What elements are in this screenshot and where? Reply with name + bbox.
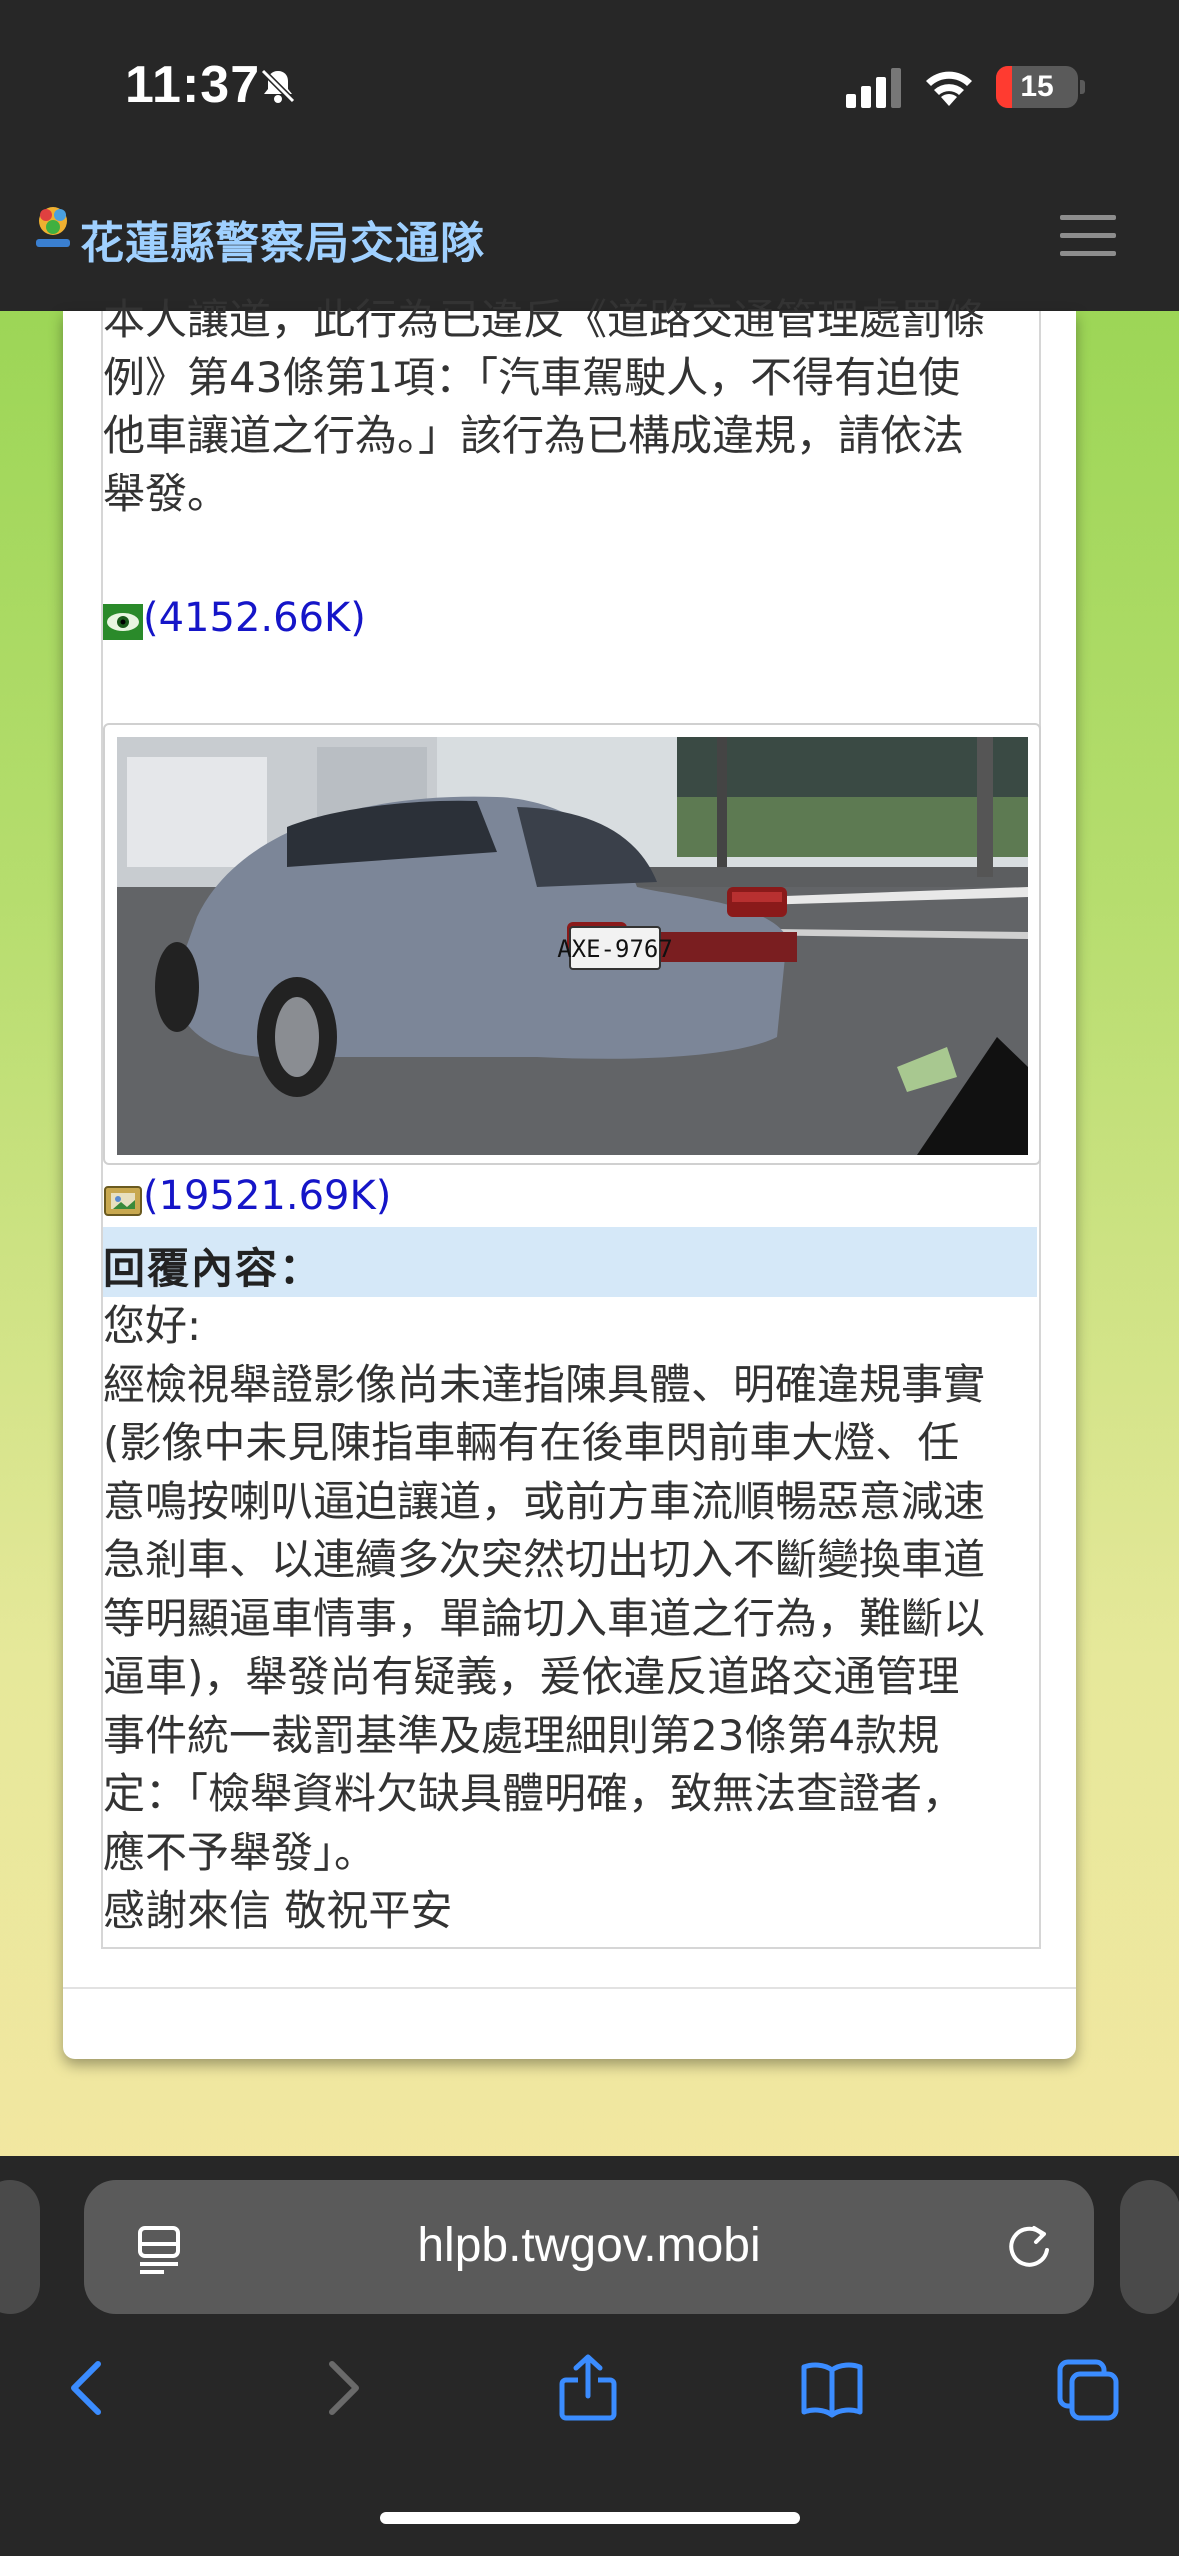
reply-line: 感謝來信 敬祝平安 <box>103 1886 453 1935</box>
report-line: 例》第43條第1項：「汽車駕駛人，不得有迫使 <box>103 353 961 402</box>
site-title[interactable]: 花蓮縣警察局交通隊 <box>80 207 485 271</box>
menu-button[interactable] <box>1060 215 1116 265</box>
photo-attachment-link[interactable]: (19521.69K) <box>143 1173 391 1219</box>
reply-line: 逼車)，舉發尚有疑義，爰依違反道路交通管理 <box>103 1652 960 1701</box>
wifi-icon <box>926 71 972 106</box>
forward-icon[interactable] <box>310 2354 374 2422</box>
reply-line: (影像中未見陳指車輛有在後車閃前車大燈、任 <box>103 1418 960 1467</box>
tabs-icon[interactable] <box>1056 2354 1120 2422</box>
reply-line: 應不予舉發」。 <box>103 1827 377 1877</box>
police-logo-icon[interactable] <box>28 203 78 255</box>
next-tab-peek[interactable] <box>1120 2180 1179 2314</box>
battery-level: 15 <box>1020 70 1054 103</box>
card-divider <box>63 1987 1076 1989</box>
reply-line: 事件統一裁罰基準及處理細則第23條第4款規 <box>103 1710 940 1760</box>
reply-line: 經檢視舉證影像尚未達指陳具體、明確違規事實 <box>103 1359 986 1409</box>
cellular-signal-icon <box>846 68 901 108</box>
evidence-photo-frame: AXE-9767 <box>103 723 1041 1165</box>
browser-toolbar: hlpb.twgov.mobi <box>0 2156 1179 2556</box>
status-bar: 11:37 15 <box>0 0 1179 175</box>
reply-line: 您好: <box>103 1301 202 1350</box>
video-attachment-link[interactable]: (4152.66K) <box>143 595 366 641</box>
reply-line: 急剎車、以連續多次突然切出切入不斷變換車道 <box>103 1535 986 1584</box>
report-text: 本人讓道，此行為已違反《道路交通管理處罰條 例》第43條第1項：「汽車駕駛人，不… <box>103 291 1083 523</box>
battery-indicator: 15 <box>996 66 1078 108</box>
previous-tab-peek[interactable] <box>0 2180 40 2314</box>
license-plate: AXE-9767 <box>557 935 673 963</box>
reply-line: 等明顯逼車情事，單論切入車道之行為，難斷以 <box>103 1593 986 1643</box>
status-time: 11:37 <box>125 56 261 114</box>
report-line: 本人讓道，此行為已違反《道路交通管理處罰條 <box>103 295 986 344</box>
reply-content: 您好: 經檢視舉證影像尚未達指陳具體、明確違規事實 (影像中未見陳指車輛有在後車… <box>103 1297 1039 1941</box>
reply-line: 意鳴按喇叭逼迫讓道，或前方車流順暢惡意減速 <box>103 1476 986 1526</box>
report-line: 他車讓道之行為。」該行為已構成違規，請依法 <box>103 411 965 460</box>
bookmarks-icon[interactable] <box>800 2354 864 2422</box>
bell-muted-icon <box>260 68 296 104</box>
content-card: 本人讓道，此行為已違反《道路交通管理處罰條 例》第43條第1項：「汽車駕駛人，不… <box>63 295 1076 2059</box>
share-icon[interactable] <box>556 2354 620 2422</box>
reply-heading: 回覆內容： <box>103 1244 324 1293</box>
evidence-photo[interactable]: AXE-9767 <box>117 737 1028 1155</box>
reload-icon[interactable] <box>1002 2220 1056 2274</box>
address-bar[interactable]: hlpb.twgov.mobi <box>84 2180 1094 2314</box>
report-line: 舉發。 <box>103 469 230 518</box>
reply-heading-bar: 回覆內容： <box>103 1227 1037 1297</box>
back-icon[interactable] <box>56 2354 120 2422</box>
home-indicator[interactable] <box>380 2512 800 2524</box>
url-text[interactable]: hlpb.twgov.mobi <box>84 2218 1094 2273</box>
video-eye-icon[interactable] <box>103 604 143 640</box>
image-file-icon[interactable] <box>103 1181 143 1217</box>
reply-line: 定：「檢舉資料欠缺具體明確，致無法查證者， <box>103 1769 965 1818</box>
